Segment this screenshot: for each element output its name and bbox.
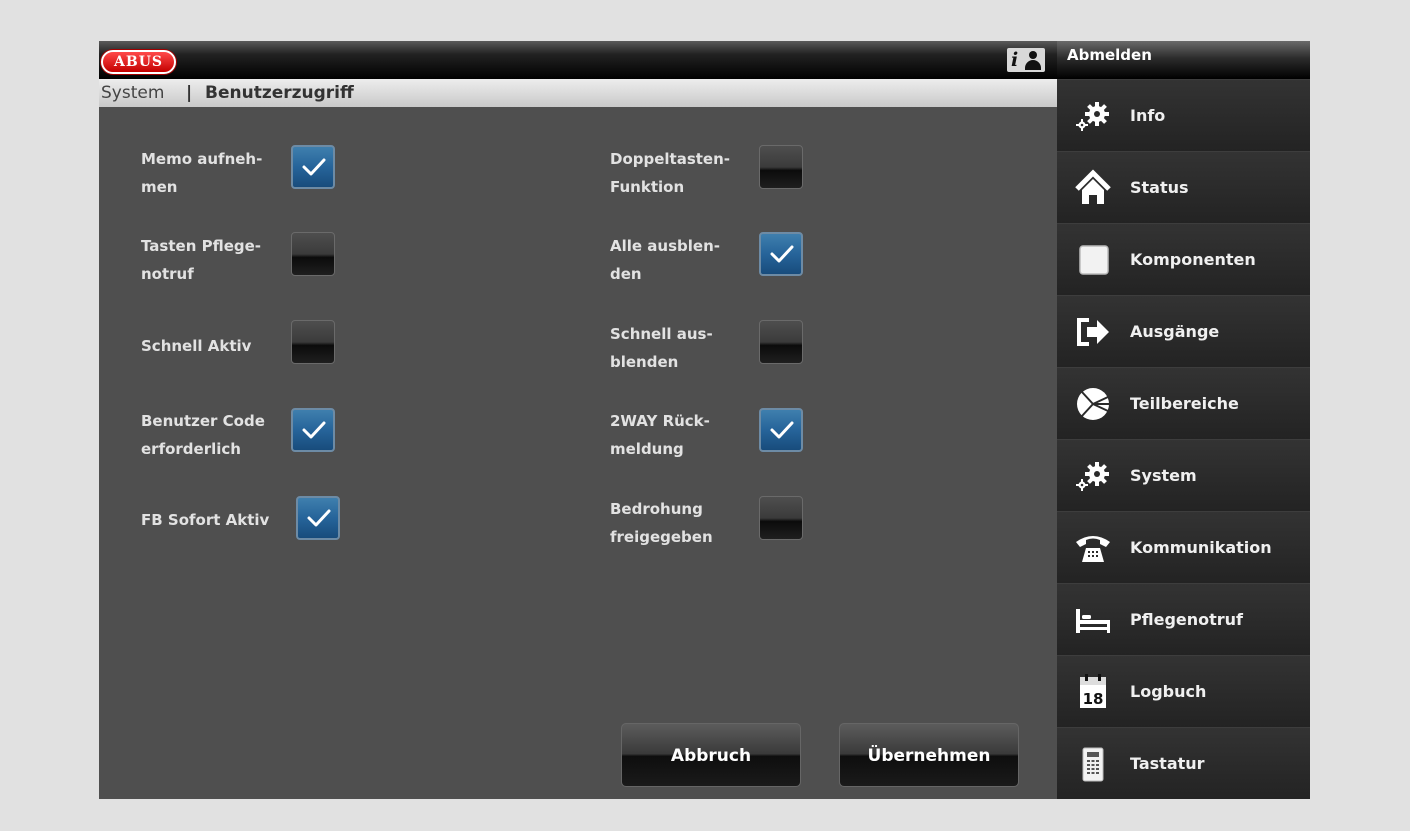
checkbox-alle-ausblenden[interactable]	[759, 232, 803, 276]
sidebar-item-komponenten[interactable]: Komponenten	[1057, 223, 1310, 295]
calendar-icon: 18	[1080, 674, 1106, 708]
sidebar-item-label: Logbuch	[1130, 682, 1207, 701]
checkbox-schnell-aktiv[interactable]	[291, 320, 335, 364]
sidebar-item-label: Tastatur	[1130, 754, 1205, 773]
pie-icon	[1077, 388, 1109, 420]
checkbox-memo[interactable]	[291, 145, 335, 189]
cancel-button[interactable]: Abbruch	[621, 723, 801, 787]
checkbox-bedrohung[interactable]	[759, 496, 803, 540]
option-label-doppeltasten: Doppeltasten- Funktion	[610, 150, 731, 196]
option-label-schnell-ausblenden: Schnell aus-blenden	[610, 325, 713, 371]
checkbox-benutzer-code[interactable]	[291, 408, 335, 452]
breadcrumb-root: System	[101, 83, 165, 103]
page-title: Benutzerzugriff	[205, 83, 354, 103]
sidebar-item-system[interactable]: System	[1057, 439, 1310, 511]
sidebar-item-info[interactable]: Info	[1057, 79, 1310, 151]
sidebar-item-label: Kommunikation	[1130, 538, 1272, 557]
bed-icon	[1076, 609, 1110, 633]
gears-icon	[1076, 102, 1109, 131]
keypad-icon	[1082, 747, 1104, 782]
option-label-alle-ausblenden: Alle ausblen-den	[610, 237, 720, 283]
svg-text:18: 18	[1083, 690, 1104, 708]
sidebar-item-pflegenotruf[interactable]: Pflegenotruf	[1057, 583, 1310, 655]
sidebar: Abmelden Info Status Komponenten Ausgäng…	[1057, 41, 1310, 799]
sidebar-item-label: Ausgänge	[1130, 322, 1220, 341]
exit-icon	[1077, 318, 1109, 346]
checkbox-fb-sofort-aktiv[interactable]	[296, 496, 340, 540]
top-bar: ABUS i	[99, 41, 1057, 79]
option-label-fb-sofort-aktiv: FB Sofort Aktiv	[141, 511, 270, 529]
sidebar-item-status[interactable]: Status	[1057, 151, 1310, 223]
square-icon	[1079, 245, 1109, 275]
option-label-2way-rueckmeldung: 2WAY Rück-meldung	[610, 412, 710, 458]
sidebar-item-label: Komponenten	[1130, 250, 1256, 269]
option-label-memo: Memo aufneh-men	[141, 150, 263, 196]
sidebar-item-label: Teilbereiche	[1130, 394, 1239, 413]
home-icon	[1075, 169, 1111, 204]
app-window: ABUS i System | Benutzerzugriff Memo auf…	[99, 41, 1310, 799]
sidebar-item-teilbereiche[interactable]: Teilbereiche	[1057, 367, 1310, 439]
abus-logo: ABUS	[101, 50, 177, 74]
breadcrumb: System | Benutzerzugriff	[99, 79, 1057, 107]
option-label-schnell-aktiv: Schnell Aktiv	[141, 337, 252, 355]
checkbox-2way-rueckmeldung[interactable]	[759, 408, 803, 452]
option-label-tasten-pflegenotruf: Tasten Pflege-notruf	[141, 237, 262, 283]
sidebar-item-kommunikation[interactable]: Kommunikation	[1057, 511, 1310, 583]
telephone-icon	[1076, 536, 1110, 562]
checkbox-schnell-ausblenden[interactable]	[759, 320, 803, 364]
option-label-benutzer-code: Benutzer Code erforderlich	[141, 412, 265, 458]
logout-button[interactable]: Abmelden	[1057, 41, 1310, 79]
checkbox-doppeltasten[interactable]	[759, 145, 803, 189]
sidebar-item-logbuch[interactable]: 18 Logbuch	[1057, 655, 1310, 727]
sidebar-item-tastatur[interactable]: Tastatur	[1057, 727, 1310, 799]
sidebar-item-ausgaenge[interactable]: Ausgänge	[1057, 295, 1310, 367]
gears-icon	[1076, 462, 1109, 491]
sidebar-item-label: Status	[1130, 178, 1189, 197]
breadcrumb-separator: |	[186, 83, 193, 103]
user-info-icon[interactable]: i	[1007, 48, 1045, 72]
sidebar-item-label: Pflegenotruf	[1130, 610, 1244, 629]
apply-button[interactable]: Übernehmen	[839, 723, 1019, 787]
checkbox-tasten-pflegenotruf[interactable]	[291, 232, 335, 276]
sidebar-item-label: System	[1130, 466, 1197, 485]
option-label-bedrohung: Bedrohung freigegeben	[610, 500, 713, 546]
sidebar-item-label: Info	[1130, 106, 1166, 125]
